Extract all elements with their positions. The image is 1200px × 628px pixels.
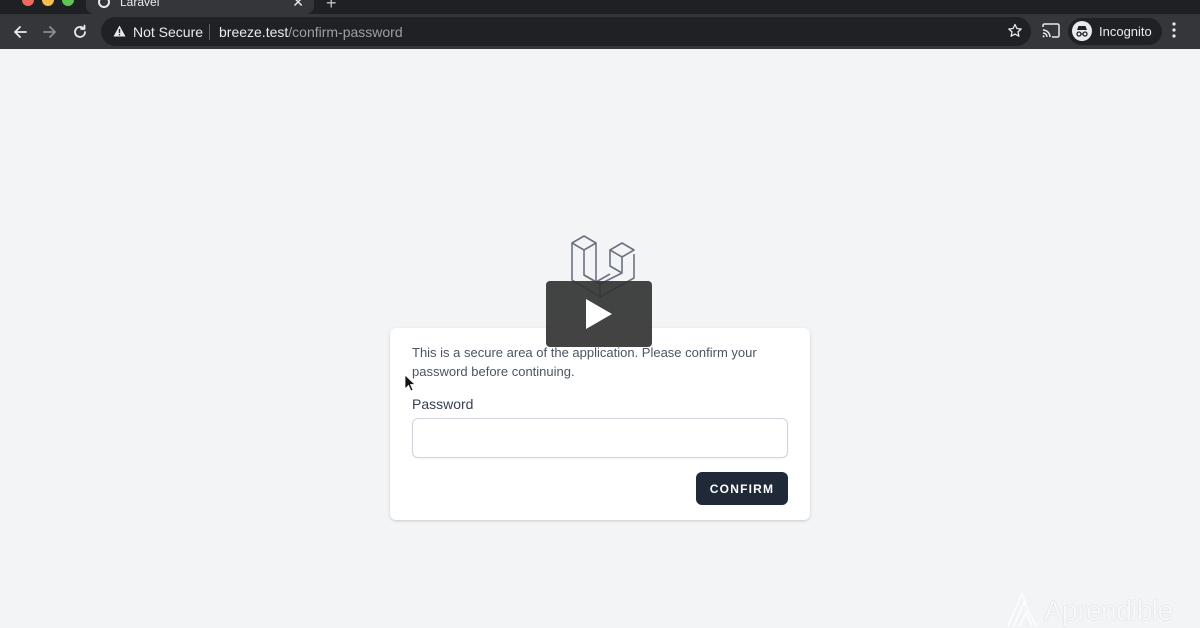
url-host: breeze.test (219, 24, 289, 40)
close-window-button[interactable] (22, 0, 34, 6)
tab-strip: Laravel ✕ + (0, 0, 1200, 14)
kebab-menu-icon[interactable] (1172, 22, 1176, 38)
confirm-password-card: This is a secure area of the application… (390, 328, 810, 520)
confirm-button[interactable]: CONFIRM (696, 472, 788, 505)
incognito-profile-button[interactable]: Incognito (1068, 18, 1162, 45)
password-input[interactable] (412, 418, 788, 458)
star-icon[interactable] (1007, 23, 1023, 39)
omnibox-divider (209, 24, 210, 40)
tab-title: Laravel (120, 0, 160, 9)
forward-button[interactable] (38, 20, 62, 44)
video-play-button[interactable] (546, 281, 652, 347)
new-tab-button[interactable]: + (326, 0, 337, 12)
password-label: Password (412, 396, 474, 412)
maximize-window-button[interactable] (62, 0, 74, 6)
cast-icon[interactable] (1042, 23, 1060, 38)
browser-tab[interactable]: Laravel ✕ (86, 0, 314, 14)
security-status[interactable]: Not Secure (133, 24, 203, 40)
arrow-left-icon (14, 26, 27, 38)
secure-area-message: This is a secure area of the application… (412, 345, 757, 379)
favicon-icon (98, 0, 110, 8)
watermark-text: Aprendible (1044, 595, 1173, 626)
incognito-label: Incognito (1099, 24, 1152, 39)
play-icon (586, 299, 612, 329)
warning-icon[interactable] (113, 25, 126, 37)
minimize-window-button[interactable] (42, 0, 54, 6)
url-text[interactable]: breeze.test/confirm-password (219, 24, 403, 40)
back-button[interactable] (8, 20, 32, 44)
arrow-right-icon (43, 26, 56, 38)
close-tab-icon[interactable]: ✕ (292, 0, 304, 9)
aprendible-logo-icon (1007, 592, 1037, 627)
url-path: /confirm-password (288, 24, 403, 40)
browser-toolbar: Not Secure breeze.test/confirm-password … (0, 14, 1200, 49)
reload-button[interactable] (68, 20, 92, 44)
reload-icon (74, 24, 86, 38)
incognito-icon (1072, 21, 1092, 41)
mouse-cursor-icon (404, 374, 416, 392)
address-bar[interactable]: Not Secure breeze.test/confirm-password (101, 17, 1031, 46)
